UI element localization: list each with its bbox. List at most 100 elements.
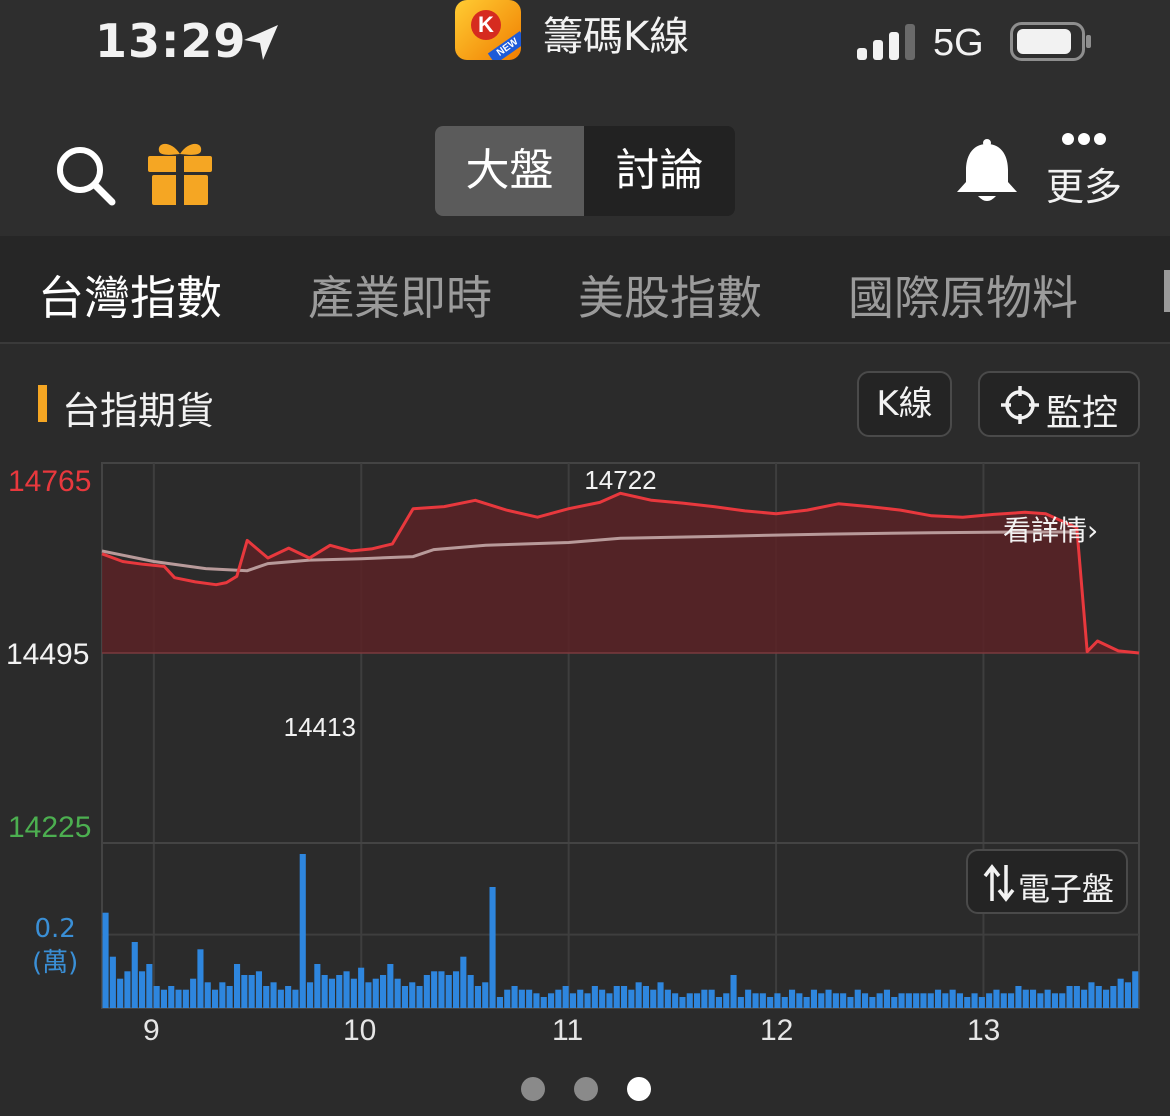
x-tick-label: 12 <box>760 1014 794 1047</box>
volume-bar <box>818 993 825 1008</box>
volume-bar <box>1030 989 1037 1008</box>
volume-bar <box>774 993 781 1008</box>
volume-bar <box>715 997 722 1008</box>
volume-bar <box>956 993 963 1008</box>
volume-bar <box>526 989 533 1008</box>
volume-bar <box>789 989 796 1008</box>
volume-bar <box>767 997 774 1008</box>
volume-bar <box>445 975 452 1008</box>
volume-bar <box>1044 989 1051 1008</box>
volume-bar <box>672 993 679 1008</box>
volume-bar <box>1000 993 1007 1008</box>
volume-bar <box>964 997 971 1008</box>
volume-bar <box>759 993 766 1008</box>
volume-bar <box>555 989 562 1008</box>
volume-bar <box>891 997 898 1008</box>
volume-bar <box>679 997 686 1008</box>
volume-bar <box>117 978 124 1008</box>
volume-bar <box>109 956 116 1008</box>
electronic-session-label: 電子盤 <box>1018 870 1115 908</box>
volume-bar <box>971 993 978 1008</box>
low-price-label: 14413 <box>284 712 356 742</box>
volume-bar <box>942 993 949 1008</box>
y-tick-high: 14765 <box>8 465 92 498</box>
volume-bar <box>832 993 839 1008</box>
volume-bar <box>927 993 934 1008</box>
volume-bar <box>474 986 481 1008</box>
volume-bar <box>1103 989 1110 1008</box>
volume-bar <box>321 975 328 1008</box>
volume-bar <box>591 986 598 1008</box>
volume-bar <box>986 993 993 1008</box>
volume-bar <box>752 993 759 1008</box>
volume-bar <box>737 997 744 1008</box>
volume-bar <box>862 993 869 1008</box>
volume-bar <box>584 993 591 1008</box>
volume-bar <box>1110 986 1117 1008</box>
volume-bar <box>1051 993 1058 1008</box>
volume-bar <box>431 971 438 1008</box>
volume-bar <box>1095 986 1102 1008</box>
volume-bar <box>898 993 905 1008</box>
volume-bar <box>730 975 737 1008</box>
volume-bar <box>913 993 920 1008</box>
volume-bar <box>694 993 701 1008</box>
x-tick-label: 11 <box>552 1014 584 1047</box>
volume-bar <box>299 854 306 1008</box>
volume-bar <box>139 971 146 1008</box>
volume-bar <box>307 982 314 1008</box>
x-tick-label: 9 <box>143 1014 160 1047</box>
volume-bar <box>1015 986 1022 1008</box>
volume-bar <box>635 982 642 1008</box>
volume-bar <box>883 989 890 1008</box>
volume-bar <box>1088 982 1095 1008</box>
volume-bar <box>409 982 416 1008</box>
volume-bar <box>277 989 284 1008</box>
volume-bar <box>708 989 715 1008</box>
y-tick-low: 14225 <box>8 811 92 844</box>
volume-bar <box>905 993 912 1008</box>
futures-intraday-chart[interactable]: 14722 14413 <box>0 0 1170 1116</box>
volume-bar <box>854 989 861 1008</box>
volume-bar <box>949 989 956 1008</box>
volume-bar <box>504 989 511 1008</box>
volume-bar <box>460 956 467 1008</box>
volume-bar <box>1008 993 1015 1008</box>
volume-bar <box>226 986 233 1008</box>
volume-bar <box>935 989 942 1008</box>
volume-bar <box>131 942 138 1008</box>
volume-bar <box>160 989 167 1008</box>
volume-bar <box>387 964 394 1008</box>
volume-bar <box>723 993 730 1008</box>
volume-bar <box>489 887 496 1008</box>
volume-bar <box>168 986 175 1008</box>
y-tick-reference: 14495 <box>6 638 90 671</box>
electronic-session-button[interactable]: 電子盤 <box>966 849 1128 914</box>
volume-bar <box>263 986 270 1008</box>
volume-bar <box>803 997 810 1008</box>
volume-bar <box>358 967 365 1008</box>
page-indicator <box>521 1077 651 1101</box>
volume-bar <box>540 997 547 1008</box>
volume-bar <box>197 949 204 1008</box>
view-details-link[interactable]: 看詳情› <box>1003 509 1098 549</box>
x-tick-label: 10 <box>343 1014 377 1047</box>
volume-bar <box>182 989 189 1008</box>
volume-bar <box>825 989 832 1008</box>
volume-bar <box>241 975 248 1008</box>
volume-bar <box>285 986 292 1008</box>
volume-bar <box>978 997 985 1008</box>
volume-bar <box>1073 986 1080 1008</box>
volume-bar <box>423 975 430 1008</box>
volume-bar <box>993 989 1000 1008</box>
volume-bar <box>234 964 241 1008</box>
volume-bar <box>124 971 131 1008</box>
volume-bar <box>343 971 350 1008</box>
volume-bar <box>642 986 649 1008</box>
volume-bar <box>292 989 299 1008</box>
volume-bar <box>380 975 387 1008</box>
page-dot <box>521 1077 545 1101</box>
volume-axis-label: 0.2 (萬) <box>32 912 78 980</box>
volume-bar <box>548 993 555 1008</box>
volume-bar <box>796 993 803 1008</box>
